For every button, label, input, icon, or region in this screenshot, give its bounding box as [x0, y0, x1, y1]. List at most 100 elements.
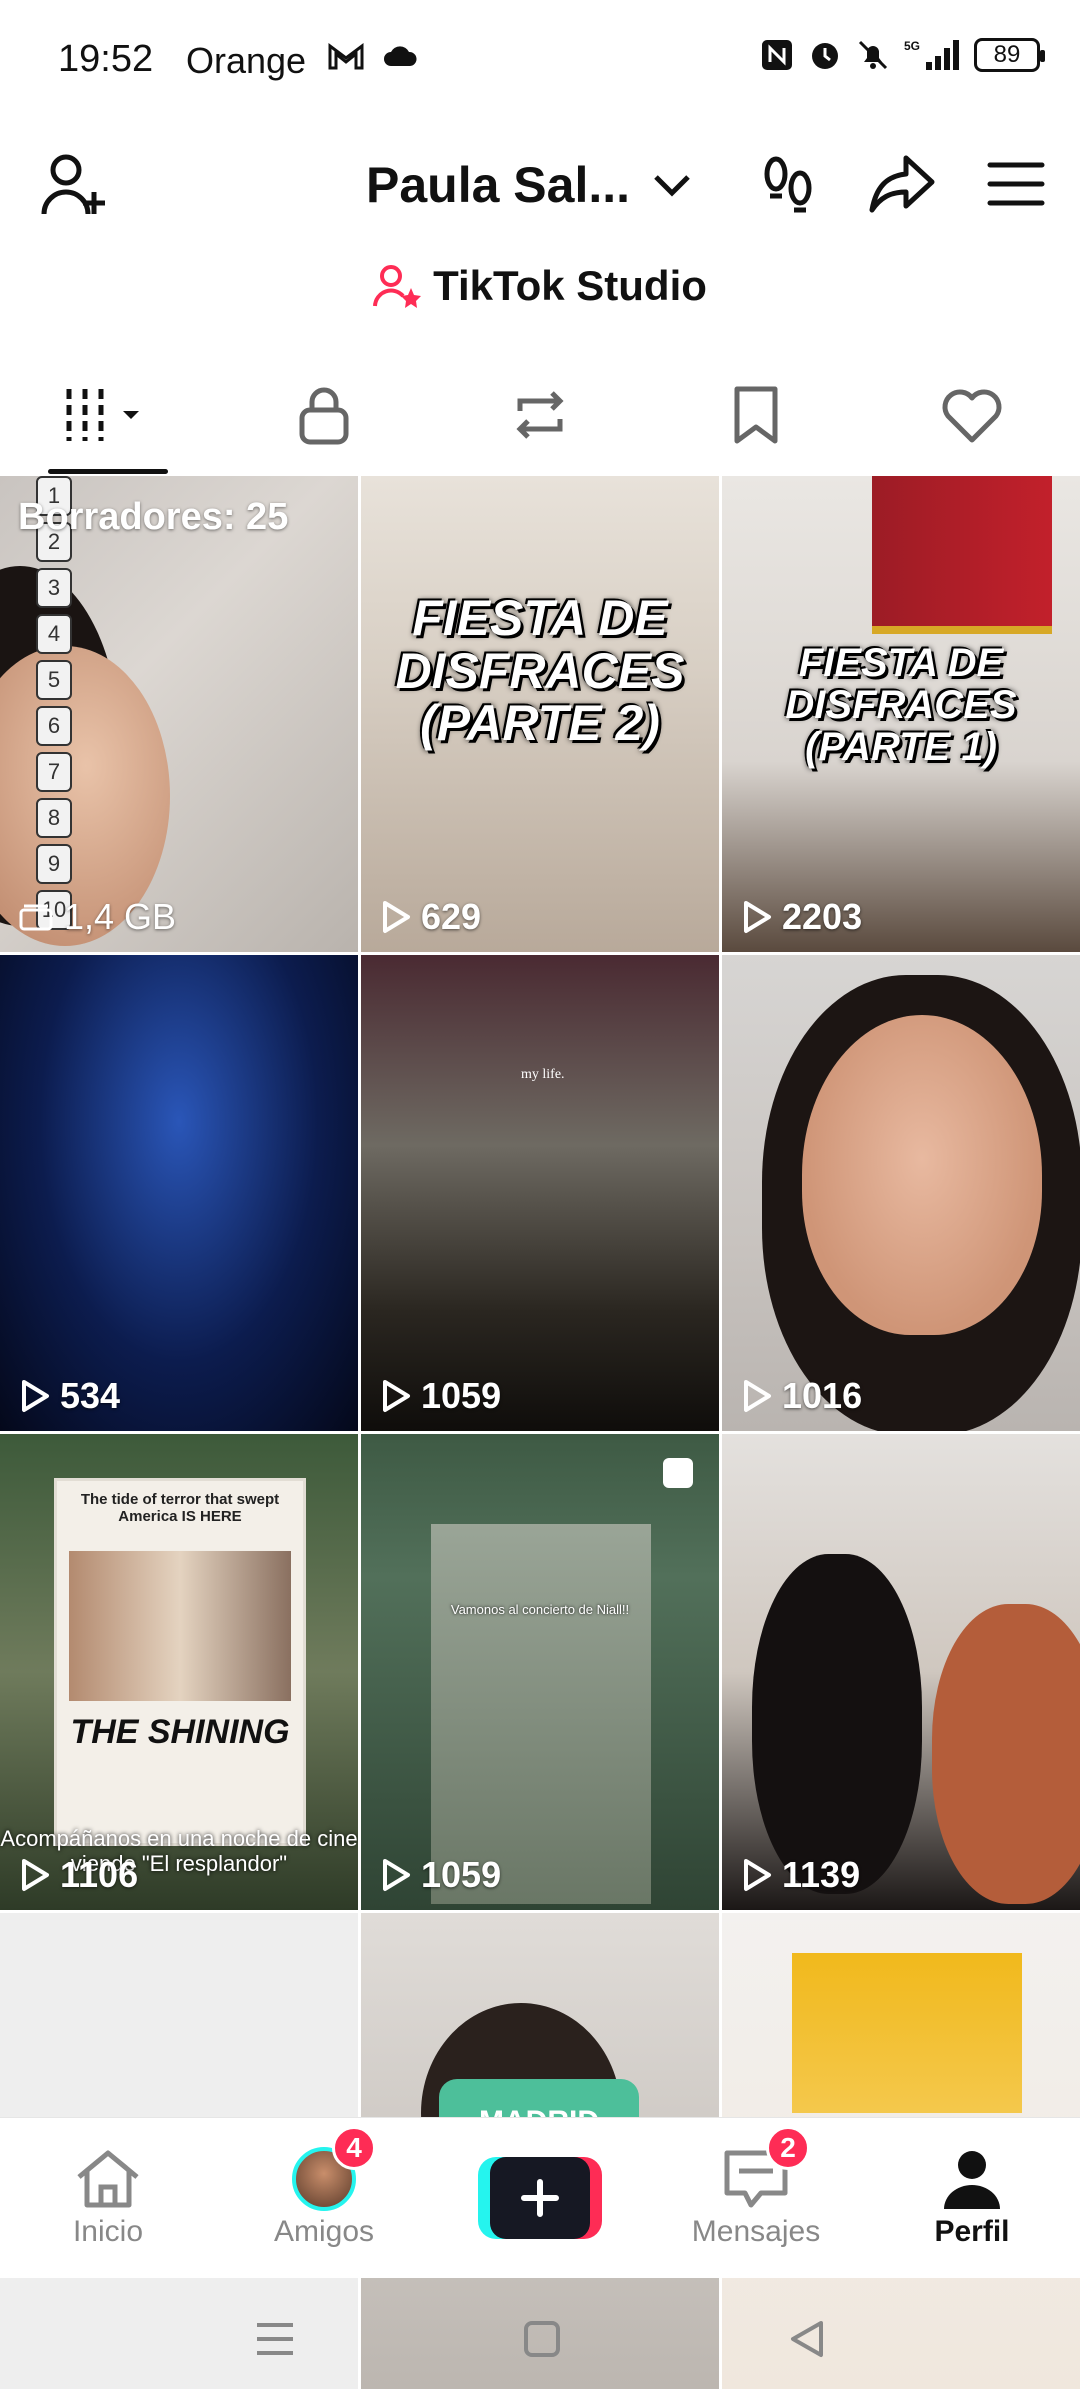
thumbnail-poster	[792, 1953, 1022, 2113]
tab-private[interactable]	[216, 356, 432, 474]
drafts-size: 1,4 GB	[18, 896, 176, 938]
tab-liked[interactable]	[864, 356, 1080, 474]
video-tile[interactable]: The tide of terror that swept America IS…	[0, 1434, 358, 1910]
drafts-size-value: 1,4 GB	[64, 896, 177, 937]
draft-number: 7	[36, 752, 72, 792]
drafts-tile[interactable]: 1 2 3 4 5 6 7 8 9 10 Borradores: 25 1,4 …	[0, 476, 358, 952]
video-tile[interactable]: FIESTA DE DISFRACES (PARTE 1) 2203	[722, 476, 1080, 952]
profile-icon	[944, 2151, 1000, 2209]
thumbnail-person	[932, 1604, 1080, 1904]
draft-number: 9	[36, 844, 72, 884]
footprints-icon[interactable]	[756, 152, 820, 216]
movie-poster: The tide of terror that swept America IS…	[54, 1478, 306, 1846]
view-count: 629	[381, 896, 481, 938]
video-tile[interactable]: FIESTA DE DISFRACES (PARTE 2) 629	[361, 476, 719, 952]
draft-number: 3	[36, 568, 72, 608]
view-count-value: 1016	[782, 1375, 863, 1416]
profile-header: Paula Sal...	[0, 130, 1080, 240]
recents-icon[interactable]	[253, 2319, 297, 2359]
play-icon	[383, 1859, 410, 1891]
draft-number: 8	[36, 798, 72, 838]
nfc-icon	[762, 40, 792, 70]
status-time: 19:52	[58, 38, 154, 80]
battery-indicator: 89	[974, 38, 1045, 72]
thumbnail-person	[752, 1554, 922, 1894]
play-icon	[383, 901, 410, 933]
profile-tabs	[0, 356, 1080, 474]
drafts-count-label: Borradores: 25	[18, 496, 289, 538]
lock-icon	[299, 387, 349, 445]
view-count-value: 534	[60, 1375, 121, 1416]
home-button-icon[interactable]	[522, 2319, 562, 2359]
video-tile[interactable]: 1139	[722, 1434, 1080, 1910]
view-count-value: 1139	[782, 1854, 861, 1895]
view-count: 534	[20, 1375, 120, 1417]
friends-badge: 4	[332, 2126, 376, 2170]
view-count: 1139	[742, 1854, 860, 1896]
svg-text:5G: 5G	[904, 39, 920, 53]
heart-icon	[942, 389, 1002, 443]
messages-badge: 2	[766, 2126, 810, 2170]
thumbnail-hallway	[431, 1524, 651, 1904]
nav-home-label: Inicio	[72, 2215, 144, 2248]
poster-tagline: The tide of terror that swept America IS…	[80, 1491, 280, 1525]
play-icon	[744, 1859, 771, 1891]
video-tile[interactable]: 1016	[722, 955, 1080, 1431]
tab-reposts[interactable]	[432, 356, 648, 474]
nav-profile-label: Perfil	[934, 2215, 1010, 2248]
play-icon	[383, 1380, 410, 1412]
view-count: 1059	[381, 1375, 501, 1417]
video-grid: 1 2 3 4 5 6 7 8 9 10 Borradores: 25 1,4 …	[0, 476, 1080, 2389]
poster-image	[69, 1551, 291, 1701]
menu-icon[interactable]	[986, 159, 1046, 209]
tab-favorites[interactable]	[648, 356, 864, 474]
costume-coat	[872, 476, 1052, 634]
chevron-down-icon	[654, 175, 690, 197]
play-icon	[744, 901, 771, 933]
battery-level: 89	[993, 41, 1021, 68]
status-indicators: 5G 89	[760, 38, 1045, 72]
studio-user-star-icon	[373, 265, 422, 308]
nav-profile[interactable]: Perfil	[864, 2118, 1080, 2278]
draft-number-strip: 1 2 3 4 5 6 7 8 9 10	[36, 476, 72, 930]
studio-label: TikTok Studio	[433, 262, 707, 309]
share-icon[interactable]	[868, 152, 938, 216]
nav-friends[interactable]: 4 Amigos	[216, 2118, 432, 2278]
video-tile[interactable]: my life. 1059	[361, 955, 719, 1431]
nav-friends-label: Amigos	[273, 2215, 375, 2248]
view-count-value: 1059	[421, 1854, 502, 1895]
grid-icon	[66, 389, 139, 441]
video-tile[interactable]: 534	[0, 955, 358, 1431]
draft-number: 5	[36, 660, 72, 700]
nav-create[interactable]	[432, 2118, 648, 2278]
video-tile[interactable]: Vamonos al concierto de Niall!! 1059	[361, 1434, 719, 1910]
nav-messages[interactable]: 2 Mensajes	[648, 2118, 864, 2278]
status-carrier: Orange	[186, 40, 307, 81]
view-count: 2203	[742, 896, 862, 938]
video-caption: my life.	[521, 1067, 565, 1082]
notification-icons	[328, 42, 418, 72]
account-switcher[interactable]: Paula Sal...	[366, 156, 692, 214]
alarm-icon	[812, 43, 838, 69]
back-icon[interactable]	[787, 2319, 827, 2359]
view-count-value: 629	[421, 896, 482, 937]
tiktok-studio-link[interactable]: TikTok Studio	[0, 262, 1080, 310]
cloud-icon	[384, 46, 417, 66]
tab-videos[interactable]	[0, 356, 216, 474]
home-icon	[77, 2150, 139, 2208]
add-friend-button[interactable]	[38, 148, 114, 229]
poster-title: THE SHINING	[70, 1713, 290, 1751]
plus-icon	[521, 2179, 559, 2217]
system-navigation	[0, 2277, 1080, 2400]
play-icon	[22, 1859, 49, 1891]
view-count: 1059	[381, 1854, 501, 1896]
video-overlay-text: FIESTA DE DISFRACES (PARTE 1)	[785, 641, 1017, 769]
play-icon	[744, 1380, 771, 1412]
thumbnail-face	[802, 1015, 1042, 1335]
nav-home[interactable]: Inicio	[0, 2118, 216, 2278]
play-icon	[22, 1380, 49, 1412]
repost-icon	[516, 391, 564, 439]
video-caption: Vamonos al concierto de Niall!!	[450, 1602, 630, 1617]
nav-messages-label: Mensajes	[691, 2215, 821, 2248]
select-checkbox[interactable]	[663, 1458, 693, 1488]
